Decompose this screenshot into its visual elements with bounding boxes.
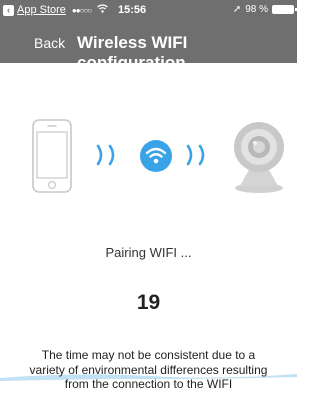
nav-bar: Back Wireless WIFI configuration [0, 24, 297, 72]
wifi-icon [140, 140, 172, 172]
return-to-app-store[interactable]: App Store [17, 4, 66, 16]
signal-waves-left-icon [96, 144, 115, 166]
battery-percentage: 98 % [245, 4, 268, 15]
back-chevron-icon: ‹ [3, 4, 14, 16]
pairing-status: Pairing WIFI ... [105, 245, 192, 260]
phone-icon [32, 119, 72, 193]
connection-note: The time may not be consistent due to a … [29, 348, 268, 391]
status-bar-left[interactable]: ‹ App Store ●●○○○ [3, 4, 108, 16]
location-arrow-icon: ➚ [232, 4, 242, 15]
status-bar-right: ➚ 98 % [232, 4, 297, 15]
pairing-illustration [0, 110, 297, 200]
page-title: Wireless WIFI configuration [77, 33, 188, 72]
header: ‹ App Store ●●○○○ 15:56 ➚ 98 % Back Wire… [0, 0, 297, 72]
battery-icon [272, 5, 297, 14]
signal-strength-icon: ●●○○○ [71, 5, 92, 15]
countdown-timer: 19 [136, 291, 161, 314]
status-bar: ‹ App Store ●●○○○ 15:56 ➚ 98 % [0, 0, 297, 22]
status-time: 15:56 [118, 4, 147, 16]
signal-waves-right-icon [186, 144, 205, 166]
wifi-status-icon [97, 4, 108, 16]
camera-icon [234, 122, 284, 193]
back-button[interactable]: Back [34, 35, 65, 51]
